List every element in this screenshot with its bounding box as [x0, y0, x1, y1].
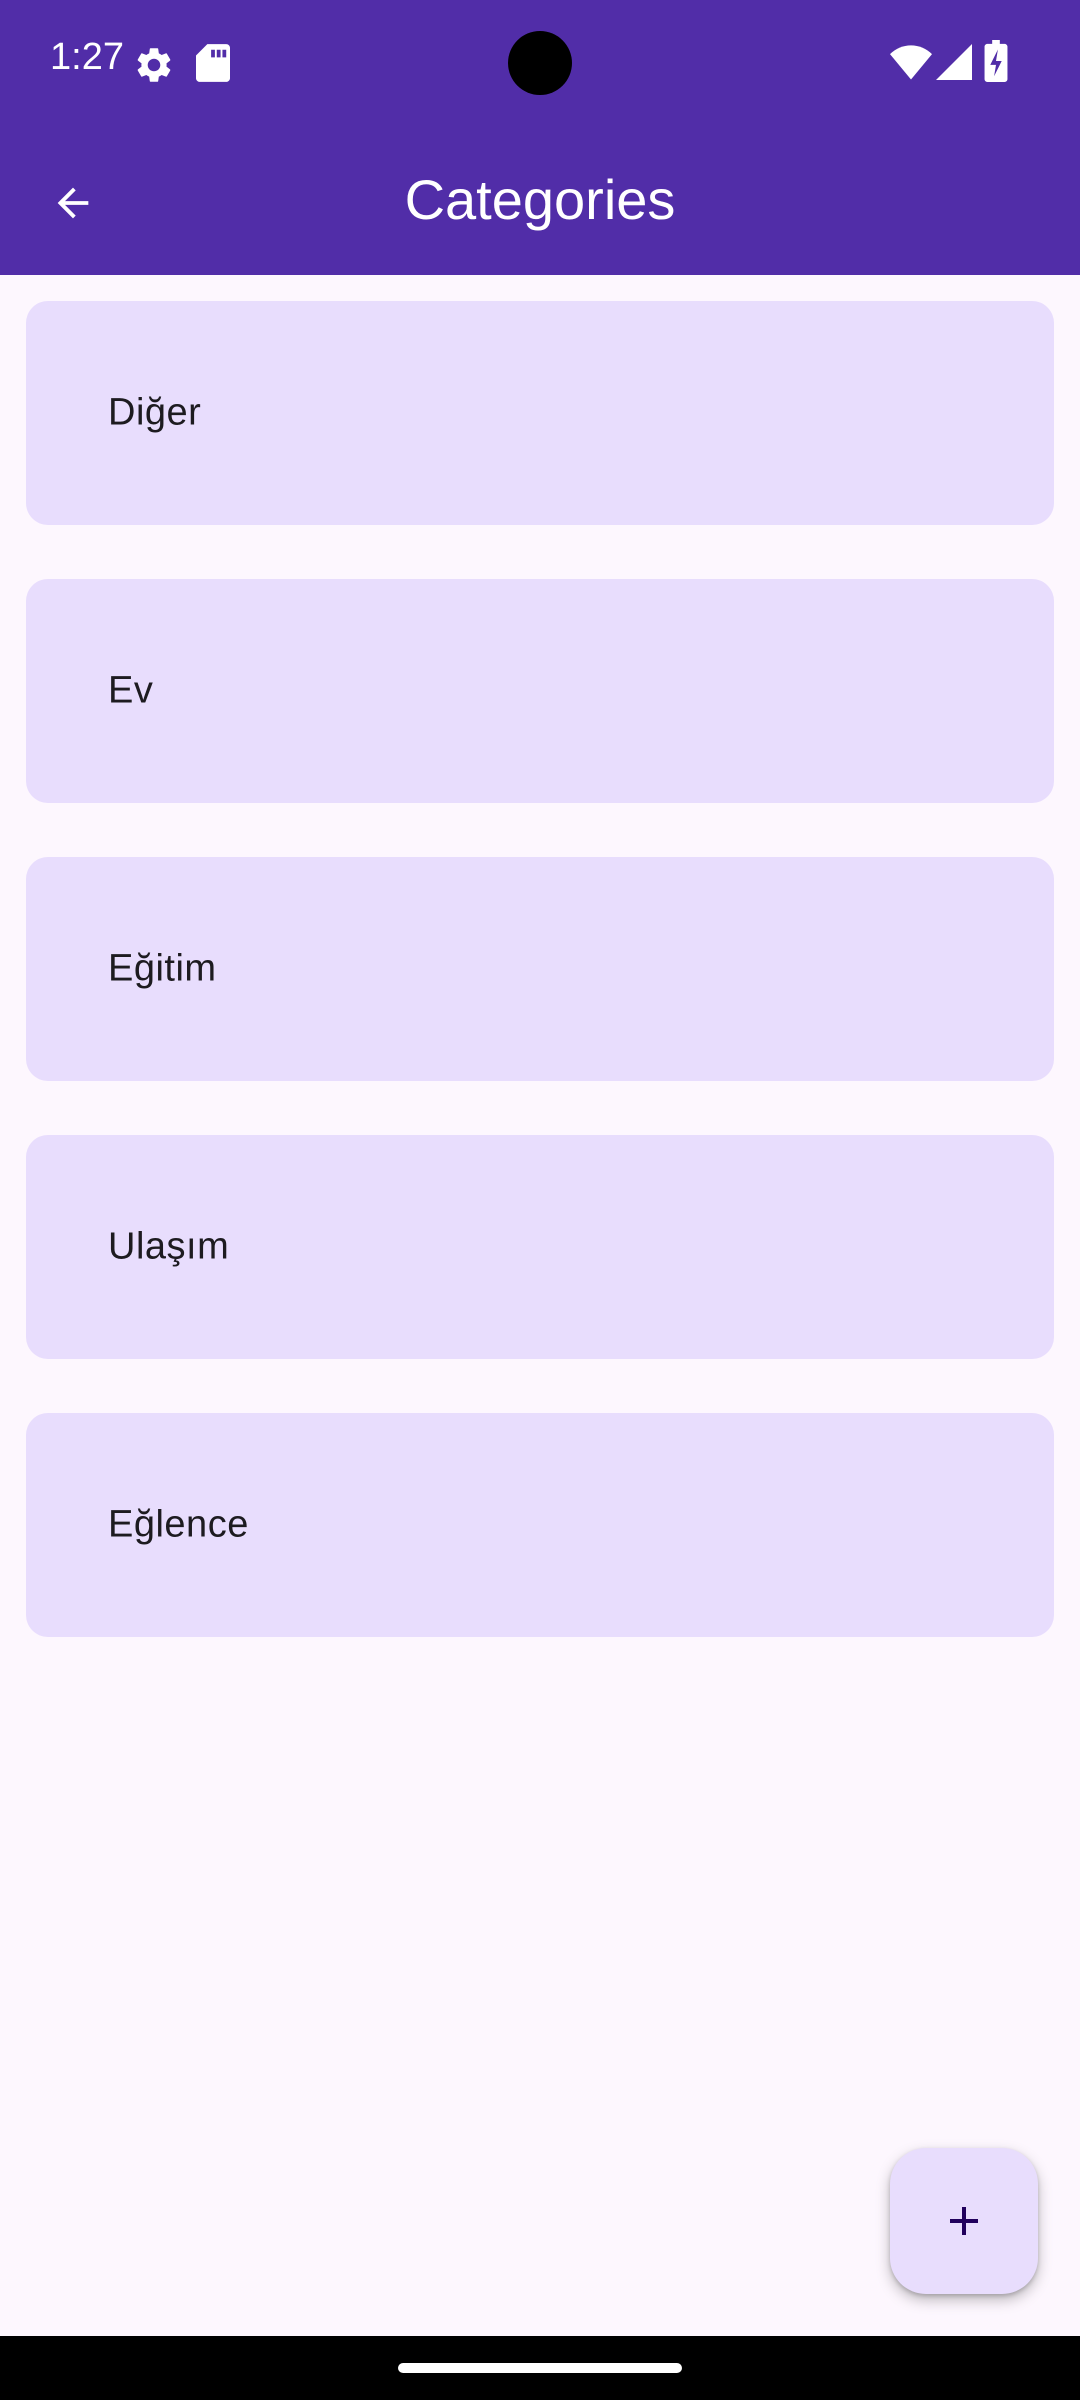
page-title: Categories	[404, 168, 676, 231]
battery-charging-icon	[984, 40, 1008, 82]
system-navigation-bar	[0, 2336, 1080, 2400]
category-label: Eğlence	[108, 1503, 249, 1546]
wifi-icon	[890, 45, 932, 80]
status-time: 1:27	[50, 36, 124, 78]
category-label: Ulaşım	[108, 1225, 230, 1268]
sd-card-icon	[196, 44, 230, 82]
home-gesture-handle[interactable]	[398, 2363, 682, 2373]
add-category-button[interactable]	[890, 2148, 1038, 2294]
cellular-signal-icon	[936, 44, 972, 80]
category-card[interactable]: Ev	[26, 579, 1054, 803]
front-camera	[508, 31, 572, 95]
category-card[interactable]: Eğitim	[26, 857, 1054, 1081]
category-label: Ev	[108, 669, 154, 712]
settings-gear-icon	[137, 48, 171, 82]
app-bar: Categories	[0, 130, 1080, 275]
category-label: Diğer	[108, 391, 202, 434]
category-label: Eğitim	[108, 947, 217, 990]
category-card[interactable]: Eğlence	[26, 1413, 1054, 1637]
category-list: Diğer Ev Eğitim Ulaşım Eğlence	[26, 301, 1054, 1691]
category-card[interactable]: Ulaşım	[26, 1135, 1054, 1359]
add-icon	[950, 2207, 978, 2235]
status-bar: 1:27	[0, 0, 1080, 130]
category-card[interactable]: Diğer	[26, 301, 1054, 525]
